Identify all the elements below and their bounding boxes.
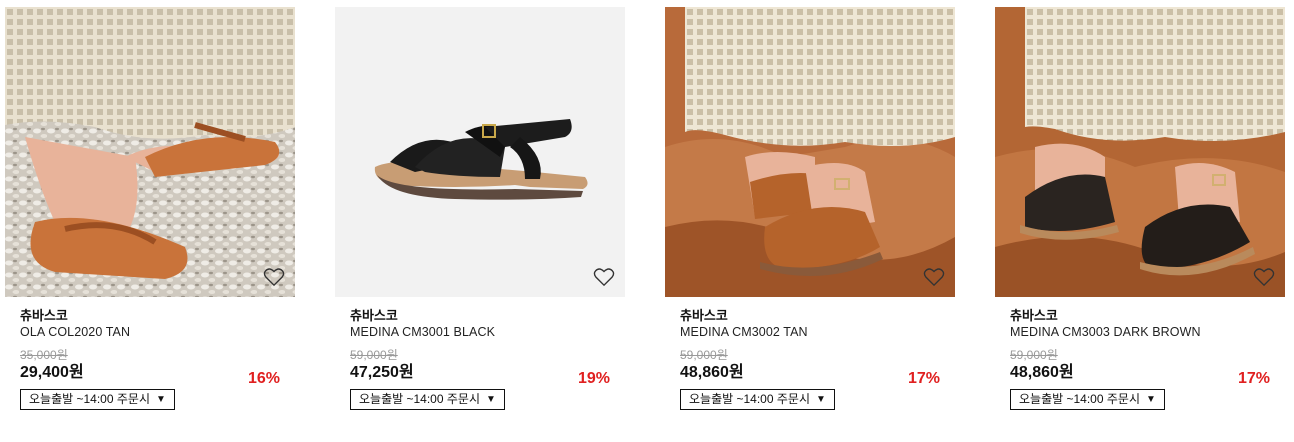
original-price: 59,000원 [350,348,398,362]
product-name[interactable]: MEDINA CM3003 DARK BROWN [1010,325,1270,340]
sale-price: 47,250원 [350,364,414,381]
product-photo [335,7,625,297]
product-photo [665,7,955,297]
dropdown-arrow-icon: ▼ [486,394,496,405]
product-brand[interactable]: 츄바스코 [350,308,610,323]
shipping-label: 오늘출발 ~14:00 주문시 [689,392,810,406]
dropdown-arrow-icon: ▼ [1146,394,1156,405]
discount-rate: 19% [577,370,610,387]
shipping-label: 오늘출발 ~14:00 주문시 [29,392,150,406]
dropdown-arrow-icon: ▼ [156,394,166,405]
product-info: 츄바스코 MEDINA CM3003 DARK BROWN 59,000원 48… [995,308,1285,410]
product-brand[interactable]: 츄바스코 [20,308,280,323]
wishlist-heart-icon[interactable] [263,267,285,287]
product-name[interactable]: OLA COL2020 TAN [20,325,280,340]
wishlist-heart-icon[interactable] [923,267,945,287]
discount-rate: 17% [1237,370,1270,387]
original-price: 35,000원 [20,348,68,362]
original-price: 59,000원 [680,348,728,362]
discount-rate: 16% [247,370,280,387]
product-info: 츄바스코 MEDINA CM3001 BLACK 59,000원 47,250원… [335,308,625,410]
product-photo [995,7,1285,297]
shipping-dropdown[interactable]: 오늘출발 ~14:00 주문시 ▼ [20,389,175,410]
discount-rate: 17% [907,370,940,387]
shipping-label: 오늘출발 ~14:00 주문시 [359,392,480,406]
product-info: 츄바스코 OLA COL2020 TAN 35,000원 29,400원 16%… [5,308,295,410]
product-brand[interactable]: 츄바스코 [680,308,940,323]
sale-price: 29,400원 [20,364,84,381]
product-photo [5,7,295,297]
product-card[interactable]: 츄바스코 OLA COL2020 TAN 35,000원 29,400원 16%… [5,7,295,410]
shipping-label: 오늘출발 ~14:00 주문시 [1019,392,1140,406]
product-brand[interactable]: 츄바스코 [1010,308,1270,323]
product-image-orange-flip-flop[interactable] [5,7,295,297]
product-name[interactable]: MEDINA CM3002 TAN [680,325,940,340]
product-card[interactable]: 츄바스코 MEDINA CM3002 TAN 59,000원 48,860원 1… [665,7,955,410]
shipping-dropdown[interactable]: 오늘출발 ~14:00 주문시 ▼ [1010,389,1165,410]
dropdown-arrow-icon: ▼ [816,394,826,405]
original-price: 59,000원 [1010,348,1058,362]
product-info: 츄바스코 MEDINA CM3002 TAN 59,000원 48,860원 1… [665,308,955,410]
wishlist-heart-icon[interactable] [1253,267,1275,287]
product-image-black-sandal[interactable] [335,7,625,297]
sale-price: 48,860원 [680,364,744,381]
product-card[interactable]: 츄바스코 MEDINA CM3001 BLACK 59,000원 47,250원… [335,7,625,410]
product-card[interactable]: 츄바스코 MEDINA CM3003 DARK BROWN 59,000원 48… [995,7,1285,410]
sale-price: 48,860원 [1010,364,1074,381]
product-name[interactable]: MEDINA CM3001 BLACK [350,325,610,340]
shipping-dropdown[interactable]: 오늘출발 ~14:00 주문시 ▼ [680,389,835,410]
product-image-dark-sandal[interactable] [995,7,1285,297]
shipping-dropdown[interactable]: 오늘출발 ~14:00 주문시 ▼ [350,389,505,410]
product-image-tan-sandal[interactable] [665,7,955,297]
wishlist-heart-icon[interactable] [593,267,615,287]
